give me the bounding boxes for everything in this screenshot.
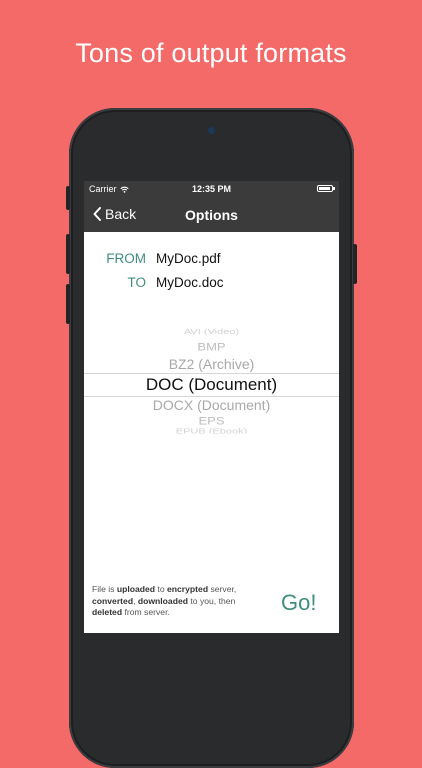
picker-item-docx[interactable]: DOCX (Document) [84, 397, 339, 413]
to-label: TO [127, 275, 146, 290]
app-screen: Carrier 12:35 PM Back Options FROM MyDoc… [84, 181, 339, 633]
picker-item-epub[interactable]: EPUB (Ebook) [84, 427, 339, 433]
status-bar: Carrier 12:35 PM [84, 181, 339, 197]
battery-icon [317, 185, 335, 192]
picker-item-bz2[interactable]: BZ2 (Archive) [84, 356, 339, 372]
from-label: FROM [106, 251, 146, 266]
phone-volume-up [66, 234, 70, 274]
picker-item-eps[interactable]: EPS [84, 414, 339, 427]
nav-title: Options [185, 207, 238, 223]
picker-item-selected[interactable]: DOC (Document) [84, 375, 339, 395]
phone-frame: Carrier 12:35 PM Back Options FROM MyDoc… [66, 108, 357, 768]
format-picker[interactable]: AVI (Video) BMP BZ2 (Archive) DOC (Docum… [84, 323, 339, 435]
phone-power-button [353, 244, 357, 284]
front-camera [208, 127, 215, 134]
picker-item-bmp[interactable]: BMP [84, 340, 339, 353]
go-button[interactable]: Go! [281, 590, 316, 616]
privacy-note: File is uploaded to encrypted server, co… [92, 584, 237, 617]
phone-mute-switch [66, 186, 70, 210]
status-time: 12:35 PM [191, 184, 232, 194]
to-file-name: MyDoc.doc [156, 275, 224, 290]
headline: Tons of output formats [75, 38, 347, 68]
navigation-bar: Back Options [84, 197, 339, 232]
picker-selection-top-line [84, 373, 339, 374]
battery-level-fill [319, 187, 330, 190]
from-file-name: MyDoc.pdf [156, 251, 221, 266]
picker-item-avi[interactable]: AVI (Video) [84, 328, 339, 336]
phone-volume-down [66, 284, 70, 324]
